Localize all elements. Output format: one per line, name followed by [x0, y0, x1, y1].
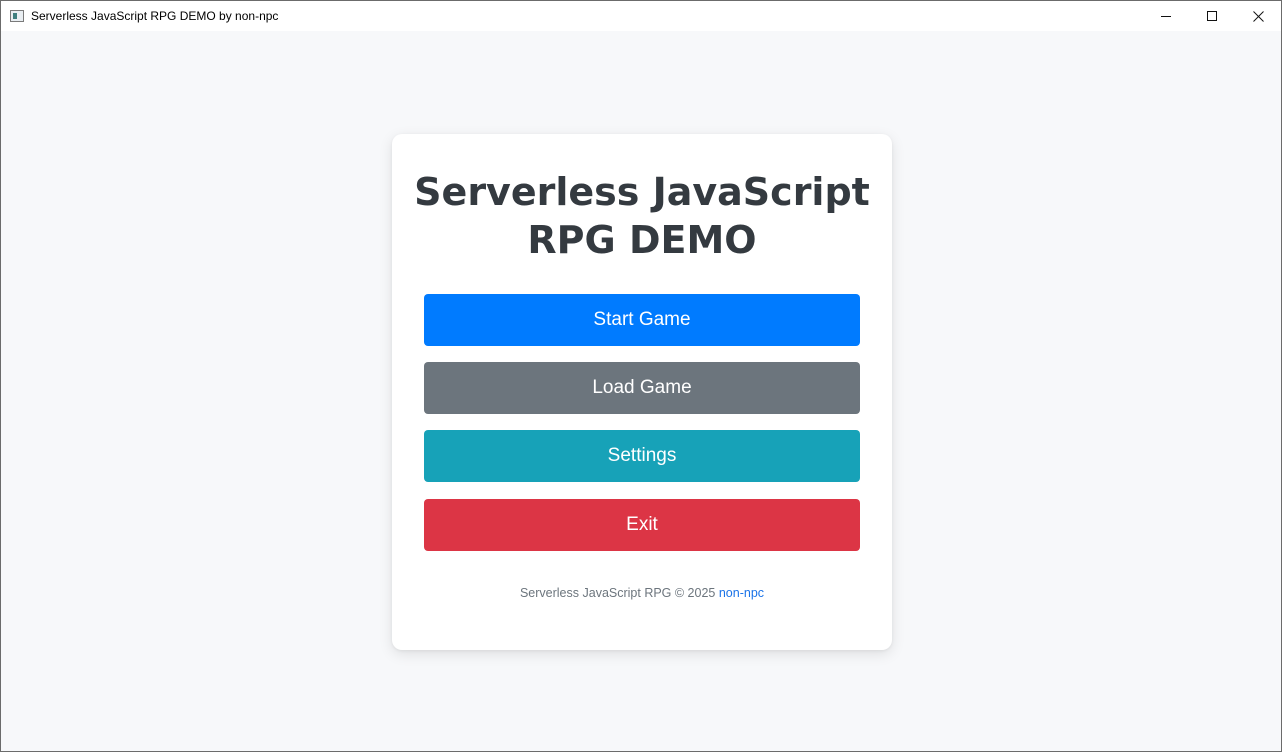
window-controls	[1143, 1, 1281, 31]
author-link[interactable]: non-npc	[719, 586, 764, 600]
app-window: Serverless JavaScript RPG DEMO by non-np…	[0, 0, 1282, 752]
minimize-button[interactable]	[1143, 1, 1189, 31]
main-menu-card: Serverless JavaScript RPG DEMO Start Gam…	[392, 134, 892, 650]
window-title: Serverless JavaScript RPG DEMO by non-np…	[31, 9, 279, 23]
app-icon	[10, 10, 24, 22]
game-title: Serverless JavaScript RPG DEMO	[392, 168, 892, 264]
title-bar[interactable]: Serverless JavaScript RPG DEMO by non-np…	[1, 1, 1281, 31]
load-game-button[interactable]: Load Game	[424, 362, 860, 414]
game-title-text: Serverless JavaScript RPG DEMO	[414, 170, 870, 262]
close-button[interactable]	[1235, 1, 1281, 31]
start-game-button[interactable]: Start Game	[424, 294, 860, 346]
footer-text: Serverless JavaScript RPG © 2025	[519, 586, 719, 600]
close-icon	[1252, 10, 1264, 22]
settings-button[interactable]: Settings	[424, 430, 860, 482]
maximize-button[interactable]	[1189, 1, 1235, 31]
footer: Serverless JavaScript RPG © 2025 non-npc	[392, 586, 892, 600]
maximize-icon	[1207, 11, 1217, 21]
minimize-icon	[1161, 16, 1171, 17]
exit-button[interactable]: Exit	[424, 499, 860, 551]
